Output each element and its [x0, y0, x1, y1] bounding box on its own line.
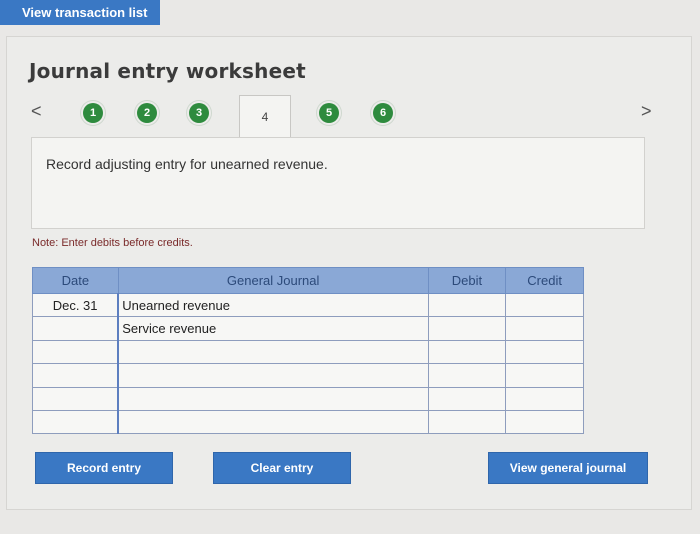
account-cell[interactable] [117, 386, 429, 411]
debit-cell[interactable] [427, 339, 507, 365]
step-2[interactable]: 2 [137, 103, 157, 123]
record-entry-button[interactable]: Record entry [35, 452, 173, 484]
table-row [32, 386, 584, 411]
step-1[interactable]: 1 [83, 103, 103, 123]
debit-cell[interactable] [427, 386, 507, 411]
debit-cell[interactable] [427, 363, 507, 388]
page-title: Journal entry worksheet [29, 59, 306, 83]
credit-cell[interactable] [505, 363, 584, 388]
credit-cell[interactable] [505, 339, 584, 365]
instruction-text: Record adjusting entry for unearned reve… [46, 156, 328, 172]
view-general-journal-button[interactable]: View general journal [488, 452, 648, 484]
header-credit: Credit [505, 267, 584, 294]
instruction-box: Record adjusting entry for unearned reve… [31, 137, 645, 229]
table-row [32, 339, 584, 365]
next-arrow-icon[interactable]: > [641, 101, 652, 122]
step-3[interactable]: 3 [189, 103, 209, 123]
step-4-active-tab[interactable]: 4 [239, 95, 291, 137]
table-row [32, 363, 584, 388]
view-transaction-list-button[interactable]: View transaction list [0, 0, 160, 25]
account-cell[interactable] [117, 363, 429, 388]
clear-entry-button[interactable]: Clear entry [213, 452, 351, 484]
debit-cell[interactable] [427, 292, 507, 318]
account-cell[interactable] [117, 339, 429, 365]
credit-cell[interactable] [505, 316, 584, 341]
step-5[interactable]: 5 [319, 103, 339, 123]
account-cell[interactable] [117, 409, 429, 435]
worksheet-panel: Journal entry worksheet < > 1 2 3 4 5 6 … [6, 36, 692, 510]
debit-cell[interactable] [427, 409, 507, 435]
account-cell[interactable]: Service revenue [117, 316, 429, 341]
table-row: Service revenue [32, 316, 584, 341]
note-text: Note: Enter debits before credits. [32, 237, 193, 249]
date-cell[interactable] [32, 339, 119, 365]
credit-cell[interactable] [505, 292, 584, 318]
debit-cell[interactable] [427, 316, 507, 341]
date-cell[interactable] [32, 386, 119, 411]
date-cell[interactable] [32, 363, 119, 388]
date-cell[interactable]: Dec. 31 [32, 292, 119, 318]
header-date: Date [32, 267, 119, 294]
account-cell[interactable]: Unearned revenue [117, 292, 429, 318]
header-general-journal: General Journal [117, 267, 429, 294]
table-row: Dec. 31 Unearned revenue [32, 292, 584, 318]
credit-cell[interactable] [505, 409, 584, 435]
header-debit: Debit [427, 267, 507, 294]
date-cell[interactable] [32, 316, 119, 341]
credit-cell[interactable] [505, 386, 584, 411]
step-6[interactable]: 6 [373, 103, 393, 123]
journal-table: Date General Journal Debit Credit Dec. 3… [32, 267, 584, 435]
prev-arrow-icon[interactable]: < [31, 101, 42, 122]
table-row [32, 409, 584, 435]
date-cell[interactable] [32, 409, 119, 435]
